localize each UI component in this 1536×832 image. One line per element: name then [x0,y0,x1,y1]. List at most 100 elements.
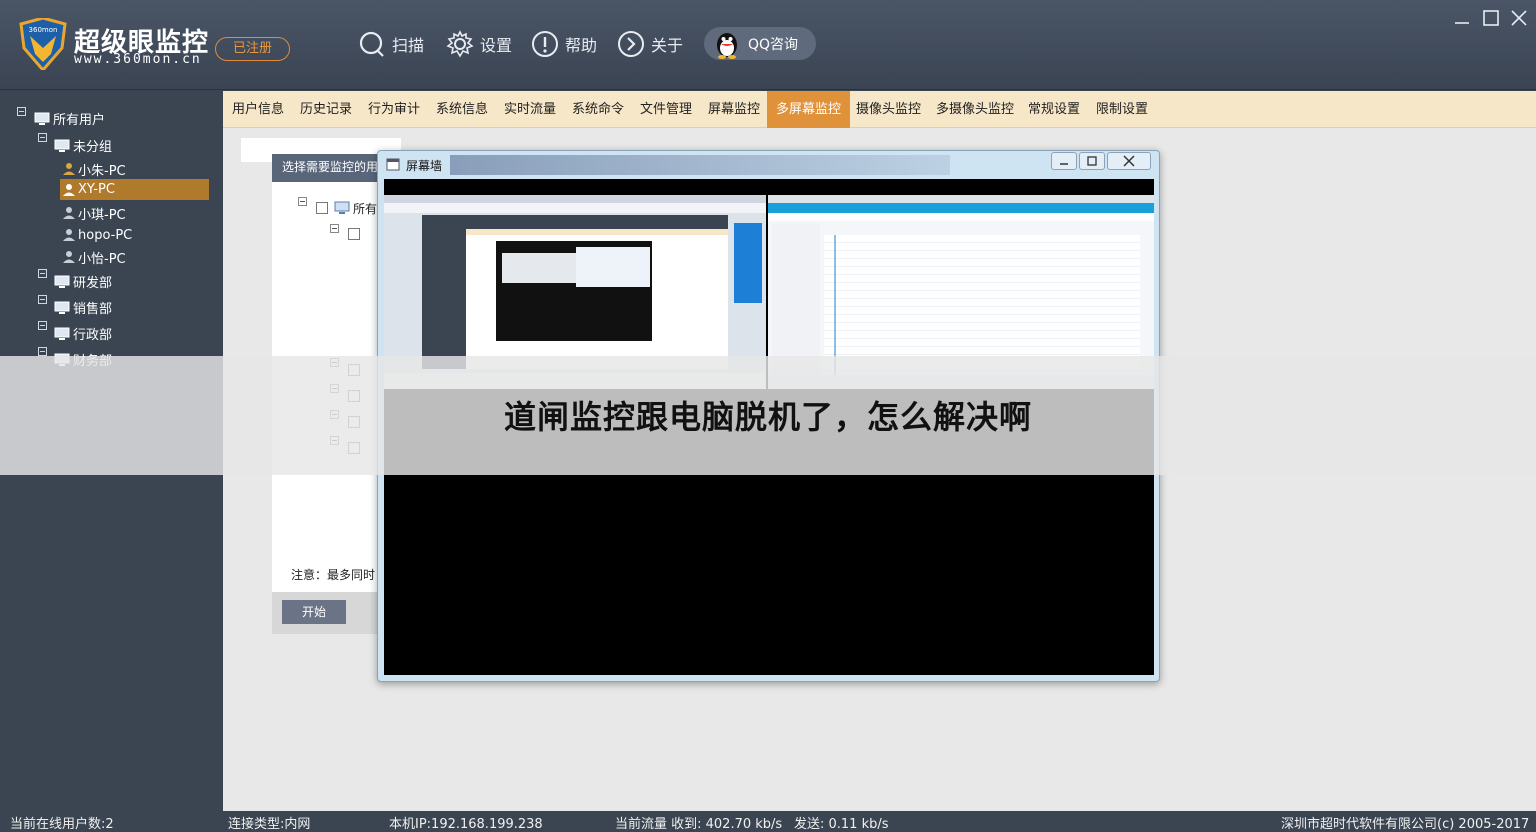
chevron-right-circle-icon [618,31,644,57]
collapse-toggle[interactable] [330,224,339,233]
maximize-icon[interactable] [1481,8,1501,28]
collapse-toggle[interactable] [38,321,47,330]
scan-label: 扫描 [392,36,425,55]
tab-system-command[interactable]: 系统命令 [563,91,633,128]
monitor-icon [54,275,70,288]
tab-multi-camera-monitor[interactable]: 多摄像头监控 [927,91,1023,128]
wall-maximize-button[interactable] [1079,152,1105,170]
settings-button[interactable]: 设置 [446,28,512,60]
tree-group-label: 未分组 [73,140,113,155]
tab-restriction-settings[interactable]: 限制设置 [1087,91,1157,128]
status-traffic-recv: 当前流量 收到: 402.70 kb/s [615,817,783,832]
user-icon [63,229,75,241]
brand-url: www.360mon.cn [74,52,202,67]
tree-user-label: hopo-PC [78,227,133,243]
app-header: 360mon 超级眼监控 www.360mon.cn 已注册 扫描 设置 帮助 … [0,0,1536,90]
status-copyright: 深圳市超时代软件有限公司(c) 2005-2017 [1281,817,1530,832]
gear-icon [446,30,474,58]
status-traffic-send: 发送: 0.11 kb/s [794,817,889,832]
user-icon [63,183,75,196]
status-bar: 当前在线用户数:2 连接类型:内网 本机IP:192.168.199.238 当… [0,811,1536,832]
tree-group-admin[interactable]: 行政部 [54,324,112,343]
close-icon [1123,155,1135,167]
close-icon[interactable] [1509,8,1529,28]
about-label: 关于 [651,36,684,55]
collapse-toggle[interactable] [38,133,47,142]
tree-user-2[interactable]: 小琪-PC [62,203,208,223]
collapse-toggle[interactable] [38,347,47,356]
start-button[interactable]: 开始 [282,600,346,624]
checkbox[interactable] [348,228,360,240]
tree-group-label: 销售部 [73,302,113,317]
panel-tree-root[interactable]: 所有 [316,200,377,216]
tab-user-info[interactable]: 用户信息 [223,91,293,128]
tree-user-label: 小怡-PC [78,251,126,267]
checkbox[interactable] [316,202,328,214]
collapse-toggle[interactable] [38,295,47,304]
tab-system-info[interactable]: 系统信息 [427,91,497,128]
qq-penguin-icon [717,32,737,59]
user-icon [63,163,75,175]
collapse-toggle[interactable] [38,269,47,278]
status-connection-type: 连接类型:内网 [228,817,311,832]
panel-tree-group[interactable] [348,226,366,242]
tree-user-4[interactable]: 小怡-PC [62,247,208,267]
help-icon [532,31,558,57]
tree-user-0[interactable]: 小朱-PC [62,159,208,179]
maximize-icon [1087,156,1097,166]
tab-screen-monitor[interactable]: 屏幕监控 [699,91,769,128]
collapse-toggle[interactable] [17,107,26,116]
settings-label: 设置 [480,36,513,55]
panel-note: 注意：最多同时 [291,568,376,582]
screen-wall-title: 屏幕墙 [406,159,443,173]
wall-close-button[interactable] [1107,152,1151,170]
monitor-icon [54,301,70,314]
user-icon [63,251,75,263]
tree-group-sales[interactable]: 销售部 [54,298,112,317]
tab-general-settings[interactable]: 常规设置 [1019,91,1089,128]
search-icon [359,31,384,57]
about-button[interactable]: 关于 [617,28,683,60]
tree-user-label: 小琪-PC [78,207,126,223]
help-button[interactable]: 帮助 [531,28,597,60]
tab-file-manager[interactable]: 文件管理 [631,91,701,128]
wall-minimize-button[interactable] [1051,152,1077,170]
help-label: 帮助 [565,36,598,55]
status-local-ip: 本机IP:192.168.199.238 [389,817,543,832]
user-icon [63,207,75,219]
tree-user-1-selected[interactable]: XY-PC [60,179,209,200]
status-online-users: 当前在线用户数:2 [10,817,114,832]
minimize-icon[interactable] [1452,8,1472,28]
tab-camera-monitor[interactable]: 摄像头监控 [847,91,930,128]
tree-root-label: 所有用户 [53,113,106,128]
scan-button[interactable]: 扫描 [358,28,424,60]
qq-label: QQ咨询 [748,36,799,53]
monitor-icon [54,139,70,152]
tree-user-3[interactable]: hopo-PC [62,225,208,245]
registered-badge[interactable]: 已注册 [215,37,290,61]
panel-tree-root-label: 所有 [353,201,378,216]
qq-consult-button[interactable]: QQ咨询 [704,27,816,60]
tree-group-rd[interactable]: 研发部 [54,272,112,291]
monitor-icon [34,112,50,125]
monitor-icon [54,327,70,340]
tree-root-all-users[interactable]: 所有用户 [34,109,105,128]
logo-icon: 360mon [19,18,67,70]
tree-user-label: XY-PC [78,182,115,197]
window-icon [386,158,400,171]
tree-group-label: 研发部 [73,276,113,291]
svg-text:360mon: 360mon [29,26,58,34]
tree-group-ungrouped[interactable]: 未分组 [54,136,112,155]
tree-group-label: 行政部 [73,328,113,343]
tree-user-label: 小朱-PC [78,163,126,179]
tab-realtime-traffic[interactable]: 实时流量 [495,91,565,128]
tab-behavior-audit[interactable]: 行为审计 [359,91,429,128]
monitor-icon [334,201,350,214]
tab-history[interactable]: 历史记录 [291,91,361,128]
minimize-icon [1060,163,1068,165]
collapse-toggle[interactable] [298,197,307,206]
function-tab-bar: 用户信息 历史记录 行为审计 系统信息 实时流量 系统命令 文件管理 屏幕监控 … [223,91,1536,128]
caption-text: 道闸监控跟电脑脱机了，怎么解决啊 [503,398,1032,436]
tab-multi-screen-monitor[interactable]: 多屏幕监控 [767,91,851,128]
blurred-title-area [450,155,950,175]
